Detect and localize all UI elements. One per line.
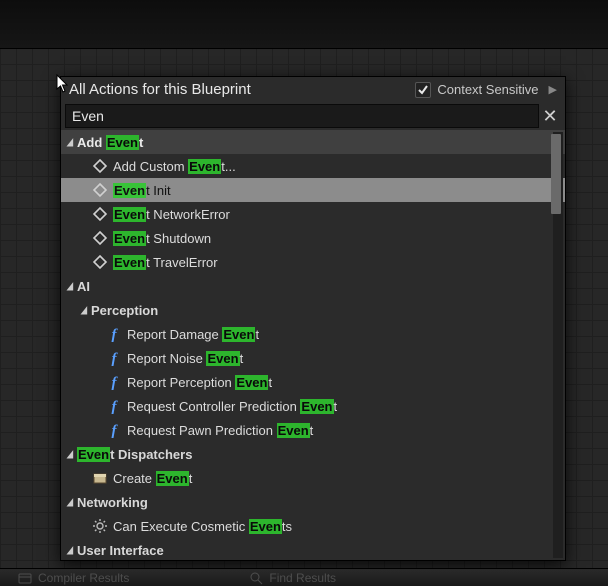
clear-search-button[interactable]: ✕ (539, 104, 561, 128)
gear-icon (91, 517, 109, 535)
scrollbar-track[interactable] (553, 132, 563, 558)
checkbox-icon (415, 82, 431, 98)
context-sensitive-label: Context Sensitive (437, 82, 538, 97)
action-row[interactable]: Event Shutdown (61, 226, 565, 250)
close-icon: ✕ (542, 106, 557, 127)
svg-text:f: f (112, 351, 119, 366)
event-icon (91, 181, 109, 199)
results-list[interactable]: ◢Add EventAdd Custom Event...Event InitE… (61, 130, 565, 560)
svg-text:f: f (112, 327, 119, 342)
disclosure-triangle-icon: ◢ (66, 545, 74, 556)
row-label: Event Shutdown (113, 231, 211, 246)
action-row[interactable]: f Request Pawn Prediction Event (61, 418, 565, 442)
find-icon (249, 571, 263, 585)
context-sensitive-toggle[interactable]: Context Sensitive ▶ (415, 82, 557, 98)
search-match: Even (156, 471, 189, 486)
row-label: Event NetworkError (113, 207, 230, 222)
func-icon: f (105, 373, 123, 391)
search-match: Even (113, 255, 146, 270)
action-row[interactable]: Create Event (61, 466, 565, 490)
search-match: Even (106, 135, 139, 150)
func-icon: f (105, 421, 123, 439)
svg-text:f: f (112, 399, 119, 414)
category-row[interactable]: ◢User Interface (61, 538, 565, 560)
compiler-results-tab[interactable]: Compiler Results (18, 571, 129, 585)
compiler-icon (18, 571, 32, 585)
category-row[interactable]: ◢Event Dispatchers (61, 442, 565, 466)
row-label: Request Controller Prediction Event (127, 399, 337, 414)
search-match: Even (300, 399, 333, 414)
disclosure-triangle-icon: ◢ (80, 305, 88, 316)
row-label: Event Init (113, 183, 171, 198)
row-label: Event Dispatchers (77, 447, 192, 462)
search-match: Even (113, 183, 146, 198)
search-input[interactable] (65, 104, 539, 128)
category-row[interactable]: ◢Perception (61, 298, 565, 322)
action-row[interactable]: Event TravelError (61, 250, 565, 274)
row-label: Add Event (77, 135, 143, 150)
row-label: User Interface (77, 543, 164, 558)
chevron-right-icon: ▶ (549, 83, 557, 96)
func-icon: f (105, 325, 123, 343)
category-row[interactable]: ◢Add Event (61, 130, 565, 154)
popup-title: All Actions for this Blueprint (69, 81, 415, 98)
search-match: Even (188, 159, 221, 174)
find-results-tab[interactable]: Find Results (249, 571, 336, 585)
disclosure-triangle-icon: ◢ (66, 497, 74, 508)
disclosure-triangle-icon: ◢ (66, 281, 74, 292)
row-label: Request Pawn Prediction Event (127, 423, 313, 438)
row-label: Report Perception Event (127, 375, 272, 390)
action-row[interactable]: f Report Perception Event (61, 370, 565, 394)
compiler-results-label: Compiler Results (38, 571, 129, 585)
svg-text:f: f (112, 375, 119, 390)
search-match: Even (235, 375, 268, 390)
func-icon: f (105, 397, 123, 415)
disclosure-triangle-icon: ◢ (66, 449, 74, 460)
status-bar: Compiler Results Find Results (0, 568, 608, 586)
action-menu-popup: All Actions for this Blueprint Context S… (60, 76, 566, 561)
row-label: Report Damage Event (127, 327, 259, 342)
search-match: Even (249, 519, 282, 534)
search-match: Even (77, 447, 110, 462)
category-row[interactable]: ◢AI (61, 274, 565, 298)
row-label: AI (77, 279, 90, 294)
row-label: Event TravelError (113, 255, 218, 270)
action-row[interactable]: Can Execute Cosmetic Events (61, 514, 565, 538)
action-row[interactable]: Event Init (61, 178, 565, 202)
search-match: Even (277, 423, 310, 438)
search-row: ✕ (65, 104, 561, 128)
search-match: Even (113, 231, 146, 246)
action-row[interactable]: f Report Damage Event (61, 322, 565, 346)
event-icon (91, 205, 109, 223)
row-label: Add Custom Event... (113, 159, 236, 174)
find-results-label: Find Results (269, 571, 336, 585)
row-label: Perception (91, 303, 158, 318)
event-icon (91, 253, 109, 271)
search-match: Even (222, 327, 255, 342)
func-icon: f (105, 349, 123, 367)
action-row[interactable]: Add Custom Event... (61, 154, 565, 178)
search-match: Even (206, 351, 239, 366)
row-label: Create Event (113, 471, 192, 486)
event-icon (91, 157, 109, 175)
action-row[interactable]: f Report Noise Event (61, 346, 565, 370)
row-label: Report Noise Event (127, 351, 243, 366)
scrollbar-thumb[interactable] (551, 134, 561, 214)
search-match: Even (113, 207, 146, 222)
action-row[interactable]: Event NetworkError (61, 202, 565, 226)
row-label: Can Execute Cosmetic Events (113, 519, 292, 534)
row-label: Networking (77, 495, 148, 510)
disclosure-triangle-icon: ◢ (66, 137, 74, 148)
event-icon (91, 229, 109, 247)
action-row[interactable]: f Request Controller Prediction Event (61, 394, 565, 418)
dispatch-icon (91, 469, 109, 487)
popup-header: All Actions for this Blueprint Context S… (61, 77, 565, 104)
category-row[interactable]: ◢Networking (61, 490, 565, 514)
svg-text:f: f (112, 423, 119, 438)
